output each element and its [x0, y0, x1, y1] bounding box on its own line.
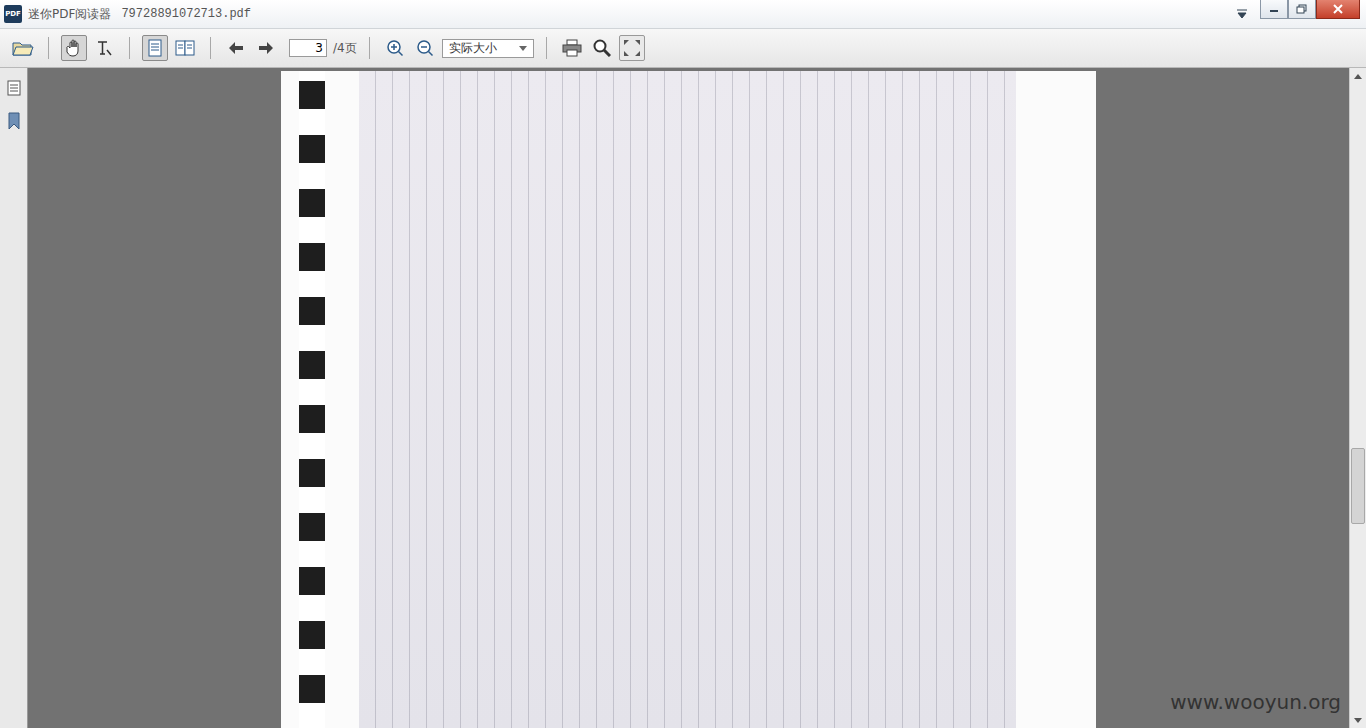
printer-icon	[562, 39, 582, 57]
down-arrow-icon	[1354, 718, 1362, 723]
single-page-icon	[146, 39, 164, 57]
binding-holes	[281, 71, 329, 728]
right-arrow-icon	[258, 40, 274, 56]
restore-icon	[1296, 4, 1308, 14]
zoom-in-button[interactable]	[382, 35, 408, 61]
left-arrow-icon	[228, 40, 244, 56]
search-button[interactable]	[589, 35, 615, 61]
previous-page-button[interactable]	[223, 35, 249, 61]
fullscreen-button[interactable]	[619, 35, 645, 61]
vertical-scrollbar[interactable]	[1349, 68, 1366, 728]
fullscreen-icon	[623, 39, 641, 57]
watermark: www.wooyun.org	[1170, 690, 1341, 714]
next-page-button[interactable]	[253, 35, 279, 61]
file-name: 79728891072713.pdf	[121, 7, 251, 21]
app-icon: PDF	[4, 5, 22, 23]
scroll-thumb[interactable]	[1351, 448, 1365, 523]
zoom-value: 实际大小	[449, 40, 497, 57]
side-panel	[0, 68, 28, 728]
scanned-table-image	[359, 71, 1016, 728]
minimize-icon	[1268, 4, 1280, 14]
scanned-page	[281, 71, 1096, 728]
bookmark-icon[interactable]	[7, 112, 21, 130]
single-page-button[interactable]	[142, 35, 168, 61]
text-cursor-icon	[95, 39, 113, 57]
two-page-icon	[175, 39, 195, 57]
hand-tool-button[interactable]	[61, 35, 87, 61]
scroll-track	[1350, 84, 1366, 712]
zoom-in-icon	[386, 39, 404, 57]
hand-icon	[65, 39, 83, 57]
text-select-button[interactable]	[91, 35, 117, 61]
zoom-out-button[interactable]	[412, 35, 438, 61]
menu-arrow-icon[interactable]	[1234, 6, 1250, 22]
folder-icon	[12, 39, 34, 57]
zoom-select[interactable]: 实际大小	[442, 39, 534, 58]
title-bar: PDF 迷你PDF阅读器 79728891072713.pdf	[0, 0, 1366, 29]
open-button[interactable]	[10, 35, 36, 61]
scroll-down-button[interactable]	[1350, 712, 1366, 728]
scroll-up-button[interactable]	[1350, 68, 1366, 84]
magnifier-icon	[593, 39, 611, 57]
window-title: 迷你PDF阅读器	[28, 6, 111, 23]
page-total: /4页	[333, 40, 357, 57]
close-icon	[1332, 4, 1344, 14]
zoom-out-icon	[416, 39, 434, 57]
toolbar: 3/4页 实际大小	[0, 29, 1366, 68]
pages-icon[interactable]	[7, 80, 21, 96]
print-button[interactable]	[559, 35, 585, 61]
document-viewer[interactable]: www.wooyun.org	[28, 68, 1349, 728]
close-button[interactable]	[1316, 0, 1360, 19]
two-page-button[interactable]	[172, 35, 198, 61]
dropdown-arrow-icon	[519, 46, 527, 51]
pdf-reader-window: PDF 迷你PDF阅读器 79728891072713.pdf 3/4页 实际大小 www…	[0, 0, 1366, 728]
main-area: www.wooyun.org	[0, 68, 1366, 728]
up-arrow-icon	[1354, 74, 1362, 79]
restore-button[interactable]	[1288, 0, 1316, 19]
page-number-input[interactable]: 3	[289, 39, 327, 57]
minimize-button[interactable]	[1260, 0, 1288, 19]
